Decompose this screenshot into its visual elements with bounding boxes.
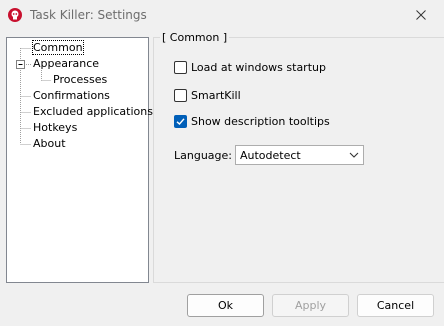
checkbox-label: Load at windows startup: [191, 61, 326, 74]
smartkill-checkbox[interactable]: SmartKill: [174, 89, 241, 102]
title-bar: Task Killer: Settings: [0, 0, 444, 30]
collapse-icon: [16, 60, 25, 69]
checkbox-box: [174, 61, 187, 74]
checkbox-box: [174, 89, 187, 102]
cancel-button-label: Cancel: [376, 299, 415, 312]
tree-item-label: Hotkeys: [33, 121, 78, 134]
checkbox-label: Show description tooltips: [191, 115, 330, 128]
cancel-button[interactable]: Cancel: [357, 294, 434, 317]
tree-item-label: About: [33, 137, 66, 150]
show-tooltips-checkbox[interactable]: Show description tooltips: [174, 115, 330, 128]
apply-button[interactable]: Apply: [272, 294, 349, 317]
tree-item-about[interactable]: About: [33, 137, 66, 151]
tree-item-common[interactable]: Common: [32, 40, 84, 55]
group-caption: [ Common ]: [160, 31, 230, 44]
load-at-startup-checkbox[interactable]: Load at windows startup: [174, 61, 326, 74]
tree-item-label: Excluded applications: [33, 105, 153, 118]
close-icon: [416, 10, 426, 20]
tree-item-label: Confirmations: [33, 89, 110, 102]
task-killer-app-icon: [8, 8, 22, 22]
language-label: Language:: [174, 149, 232, 162]
language-select[interactable]: Autodetect: [235, 145, 364, 165]
checkbox-label: SmartKill: [191, 89, 241, 102]
apply-button-label: Apply: [294, 299, 327, 312]
tree-item-label: Processes: [53, 73, 108, 86]
close-button[interactable]: [398, 0, 444, 30]
tree-item-label: Appearance: [33, 57, 100, 70]
checkmark-icon: [176, 118, 185, 125]
tree-item-processes[interactable]: Processes: [53, 73, 107, 87]
window-title: Task Killer: Settings: [30, 8, 147, 22]
tree-item-label: Common: [32, 40, 84, 55]
ok-button-label: Ok: [217, 299, 234, 312]
settings-tree[interactable]: Common Appearance Processes Confirmation…: [6, 37, 153, 283]
tree-item-confirmations[interactable]: Confirmations: [33, 89, 110, 103]
language-select-value: Autodetect: [240, 148, 301, 162]
tree-item-hotkeys[interactable]: Hotkeys: [33, 121, 77, 135]
tree-item-excluded-applications[interactable]: Excluded applications: [33, 105, 153, 119]
tree-item-appearance[interactable]: Appearance: [33, 57, 99, 71]
ok-button[interactable]: Ok: [187, 294, 264, 317]
checkbox-box: [174, 115, 187, 128]
chevron-down-icon: [345, 152, 363, 158]
